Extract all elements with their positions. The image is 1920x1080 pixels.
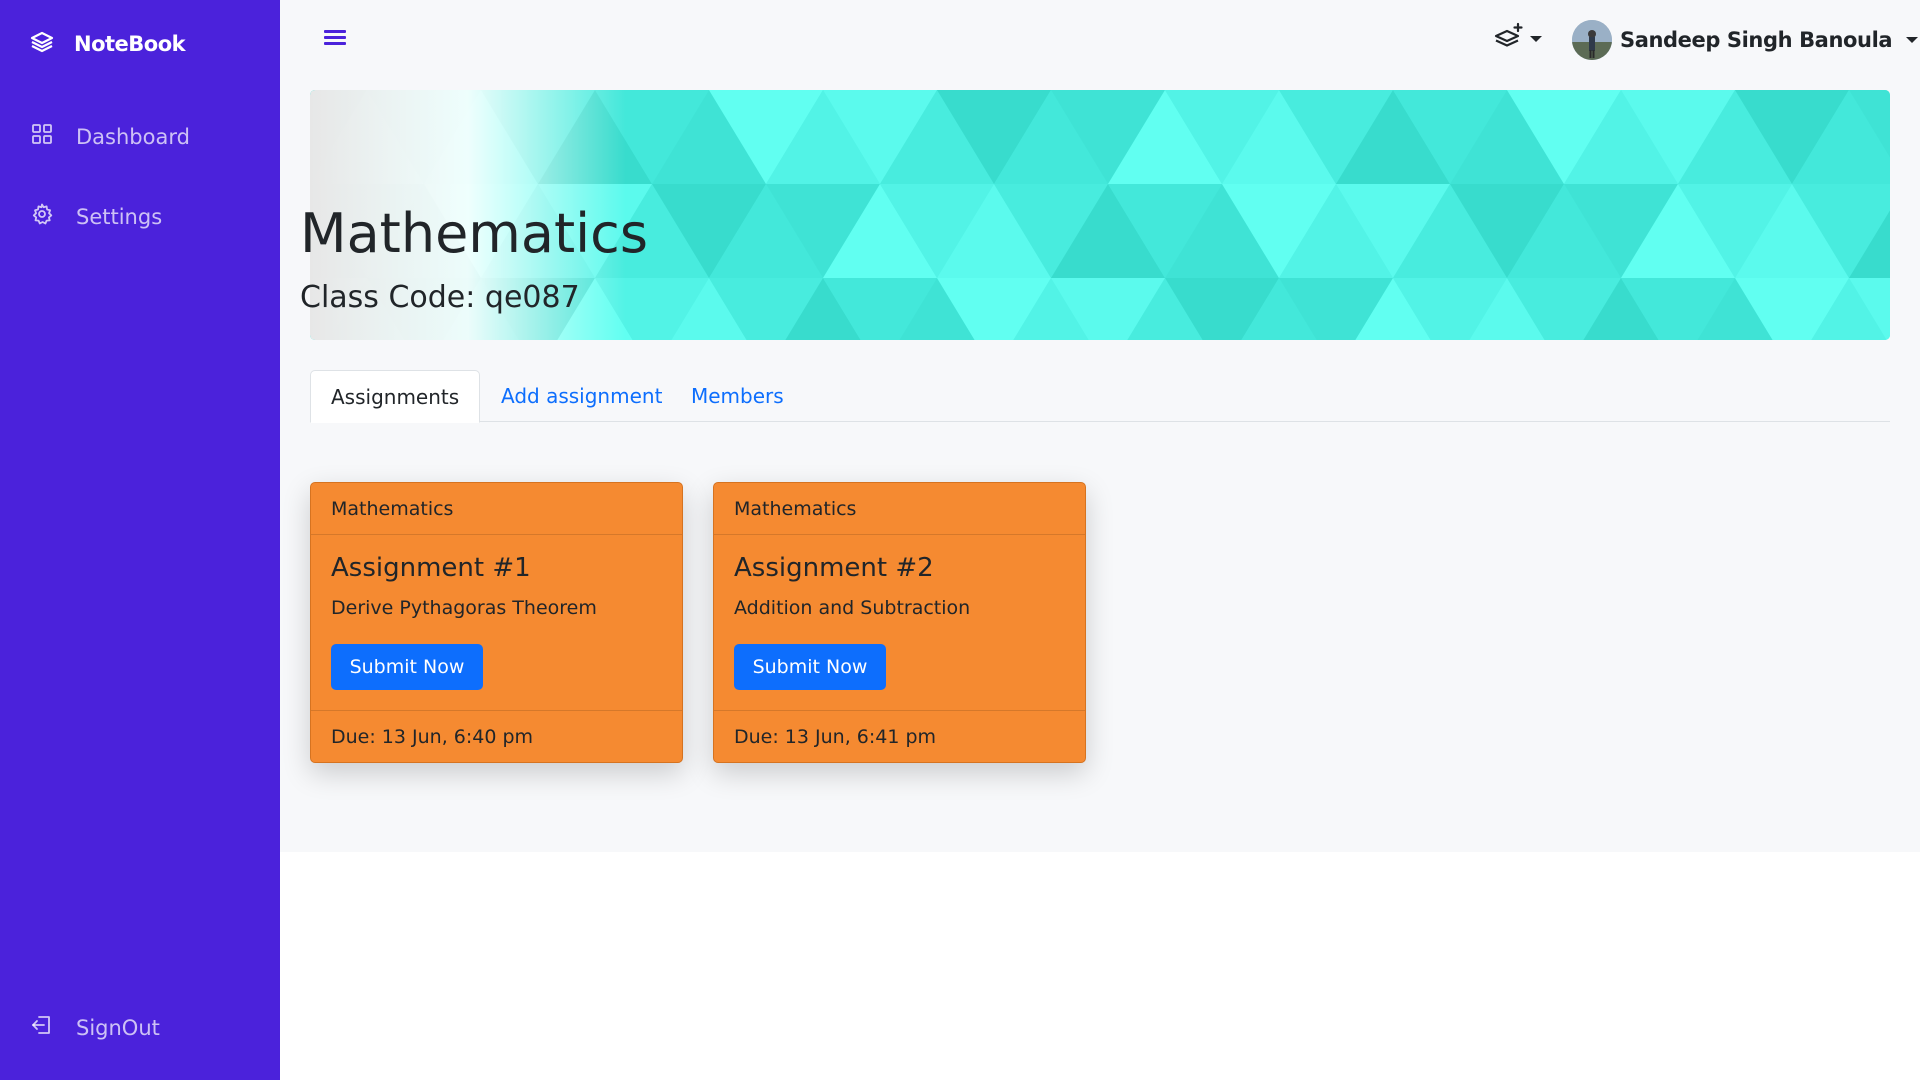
sidebar-item-settings[interactable]: Settings bbox=[30, 202, 162, 231]
chevron-down-icon bbox=[1530, 36, 1542, 42]
brand-name: NoteBook bbox=[74, 32, 186, 56]
layers-plus-icon bbox=[1494, 22, 1524, 56]
sign-out-icon bbox=[30, 1013, 54, 1042]
assignment-card: Mathematics Assignment #1 Derive Pythago… bbox=[310, 482, 683, 763]
assignment-title: Assignment #2 bbox=[734, 553, 934, 583]
sidebar: NoteBook Dashboard Settings SignOut bbox=[0, 0, 280, 1080]
page-title: Mathematics bbox=[300, 202, 648, 265]
submit-now-button[interactable]: Submit Now bbox=[734, 644, 886, 690]
due-date: Due: 13 Jun, 6:41 pm bbox=[714, 710, 1085, 762]
card-subject: Mathematics bbox=[311, 483, 682, 535]
assignment-description: Addition and Subtraction bbox=[734, 597, 971, 619]
avatar bbox=[1572, 20, 1612, 60]
tab-bar: Assignments Add assignment Members bbox=[310, 370, 1890, 423]
top-bar: Sandeep Singh Banoula bbox=[280, 0, 1920, 78]
assignment-card: Mathematics Assignment #2 Addition and S… bbox=[713, 482, 1086, 763]
user-menu[interactable]: Sandeep Singh Banoula bbox=[1572, 20, 1919, 60]
tab-members[interactable]: Members bbox=[671, 370, 804, 422]
brand[interactable]: NoteBook bbox=[30, 30, 186, 58]
sidebar-item-signout[interactable]: SignOut bbox=[30, 1013, 160, 1042]
user-name: Sandeep Singh Banoula bbox=[1620, 28, 1893, 52]
sidebar-item-label: Settings bbox=[76, 204, 163, 229]
grid-icon bbox=[30, 122, 54, 151]
assignment-description: Derive Pythagoras Theorem bbox=[331, 597, 597, 619]
main-content: Sandeep Singh Banoula Mathematics Class … bbox=[280, 0, 1920, 852]
sidebar-item-dashboard[interactable]: Dashboard bbox=[30, 122, 190, 151]
submit-now-button[interactable]: Submit Now bbox=[331, 644, 483, 690]
gear-icon bbox=[30, 202, 54, 231]
tab-add-assignment[interactable]: Add assignment bbox=[481, 370, 682, 422]
add-class-dropdown[interactable] bbox=[1494, 22, 1542, 56]
chevron-down-icon bbox=[1906, 37, 1919, 43]
sidebar-item-label: Dashboard bbox=[76, 124, 190, 149]
card-subject: Mathematics bbox=[714, 483, 1085, 535]
sidebar-item-label: SignOut bbox=[76, 1015, 160, 1040]
assignment-title: Assignment #1 bbox=[331, 553, 531, 583]
due-date: Due: 13 Jun, 6:40 pm bbox=[311, 710, 682, 762]
menu-toggle-icon[interactable] bbox=[322, 27, 348, 51]
tab-assignments[interactable]: Assignments bbox=[310, 370, 481, 423]
class-code: Class Code: qe087 bbox=[300, 280, 580, 315]
layers-logo-icon bbox=[30, 30, 54, 58]
